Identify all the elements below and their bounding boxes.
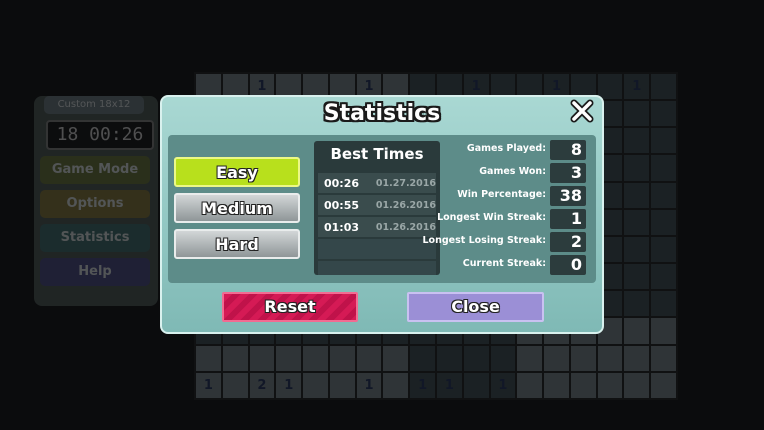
statistics-content: Easy Medium Hard Best Times 00:26 01.27.… xyxy=(168,135,596,283)
board-cell xyxy=(651,291,676,317)
board-cell xyxy=(356,345,382,371)
board-cell xyxy=(490,345,516,371)
board-cell xyxy=(651,345,676,371)
board-cell xyxy=(624,264,650,290)
board-cell: 2 xyxy=(249,372,275,398)
board-cell xyxy=(651,74,676,100)
difficulty-medium-button[interactable]: Medium xyxy=(174,193,300,223)
board-cell xyxy=(651,209,676,235)
board-cell xyxy=(222,345,248,371)
board-cell xyxy=(383,345,409,371)
stat-games-won: Games Won: 3 xyxy=(448,162,594,184)
board-cell xyxy=(303,345,328,371)
best-time-date: 01.27.2016 xyxy=(375,177,436,189)
board-cell xyxy=(437,345,462,371)
board-cell xyxy=(651,318,676,344)
board-cell xyxy=(303,372,328,398)
best-time-date: 01.26.2016 xyxy=(375,199,436,211)
board-cell xyxy=(597,372,623,398)
board-cell: 1 xyxy=(437,372,462,398)
best-time-row: 01:03 01.26.2016 xyxy=(318,217,436,237)
board-cell xyxy=(651,236,676,263)
board-cell: 1 xyxy=(276,372,302,398)
board-cell xyxy=(624,318,650,344)
board-cell xyxy=(624,101,650,127)
board-cell xyxy=(624,291,650,317)
stat-current-streak: Current Streak: 0 xyxy=(448,254,594,276)
board-cell xyxy=(329,372,355,398)
stat-win-percentage: Win Percentage: 38 xyxy=(448,185,594,207)
statistics-button: Statistics xyxy=(40,224,150,252)
board-cell xyxy=(544,372,569,398)
dialog-title: Statistics xyxy=(323,101,441,126)
difficulty-easy-button[interactable]: Easy xyxy=(174,157,300,187)
stat-longest-losing-streak: Longest Losing Streak: 2 xyxy=(423,231,594,253)
board-cell: 1 xyxy=(490,372,516,398)
board-cell xyxy=(651,128,676,154)
mine-counter-timer: 18 00:26 xyxy=(46,120,154,150)
board-cell xyxy=(249,345,275,371)
best-time-value: 01:03 xyxy=(324,220,360,234)
board-cell xyxy=(410,345,435,371)
game-mode-title: Custom 18x12 xyxy=(44,96,144,114)
board-cell xyxy=(624,345,650,371)
board-cell: 1 xyxy=(624,74,650,100)
board-cell xyxy=(651,101,676,127)
board-cell xyxy=(651,155,676,181)
board-cell xyxy=(463,372,489,398)
board-cell xyxy=(544,345,569,371)
board-cell: 1 xyxy=(356,372,382,398)
board-cell xyxy=(196,345,221,371)
close-button[interactable]: Close xyxy=(407,292,544,322)
board-cell xyxy=(624,372,650,398)
board-cell xyxy=(222,372,248,398)
best-time-date: 01.26.2016 xyxy=(375,221,436,233)
board-cell xyxy=(597,345,623,371)
best-time-value: 00:55 xyxy=(324,198,360,212)
stats-list: Games Played: 8 Games Won: 3 Win Percent… xyxy=(423,135,596,283)
statistics-dialog: Statistics Easy Medium Hard Best Times 0… xyxy=(160,95,604,334)
board-cell xyxy=(624,155,650,181)
board-cell: 1 xyxy=(196,372,221,398)
board-cell xyxy=(570,345,596,371)
best-time-row: 00:55 01.26.2016 xyxy=(318,195,436,215)
close-x-icon[interactable] xyxy=(570,99,594,123)
reset-button[interactable]: Reset xyxy=(222,292,358,322)
game-mode-button: Game Mode xyxy=(40,156,150,184)
best-times-title: Best Times xyxy=(330,145,424,163)
board-cell xyxy=(624,236,650,263)
board-cell xyxy=(517,345,543,371)
stat-games-played: Games Played: 8 xyxy=(448,139,594,161)
stat-longest-win-streak: Longest Win Streak: 1 xyxy=(437,208,594,230)
board-cell xyxy=(624,128,650,154)
board-cell xyxy=(624,182,650,208)
difficulty-hard-button[interactable]: Hard xyxy=(174,229,300,259)
best-time-row: 00:26 01.27.2016 xyxy=(318,173,436,193)
best-time-value: 00:26 xyxy=(324,176,360,190)
best-time-row-empty xyxy=(318,239,436,259)
board-cell xyxy=(276,345,302,371)
options-button: Options xyxy=(40,190,150,218)
board-cell: 1 xyxy=(410,372,435,398)
best-times-panel: Best Times 00:26 01.27.2016 00:55 01.26.… xyxy=(314,141,440,275)
help-button: Help xyxy=(40,258,150,286)
board-cell xyxy=(570,372,596,398)
board-cell xyxy=(383,372,409,398)
board-cell xyxy=(463,345,489,371)
board-cell xyxy=(651,372,676,398)
board-cell xyxy=(597,74,623,100)
board-cell xyxy=(517,372,543,398)
best-time-row-empty xyxy=(318,261,436,275)
board-cell xyxy=(624,209,650,235)
board-cell xyxy=(651,264,676,290)
board-cell xyxy=(651,182,676,208)
board-cell xyxy=(329,345,355,371)
